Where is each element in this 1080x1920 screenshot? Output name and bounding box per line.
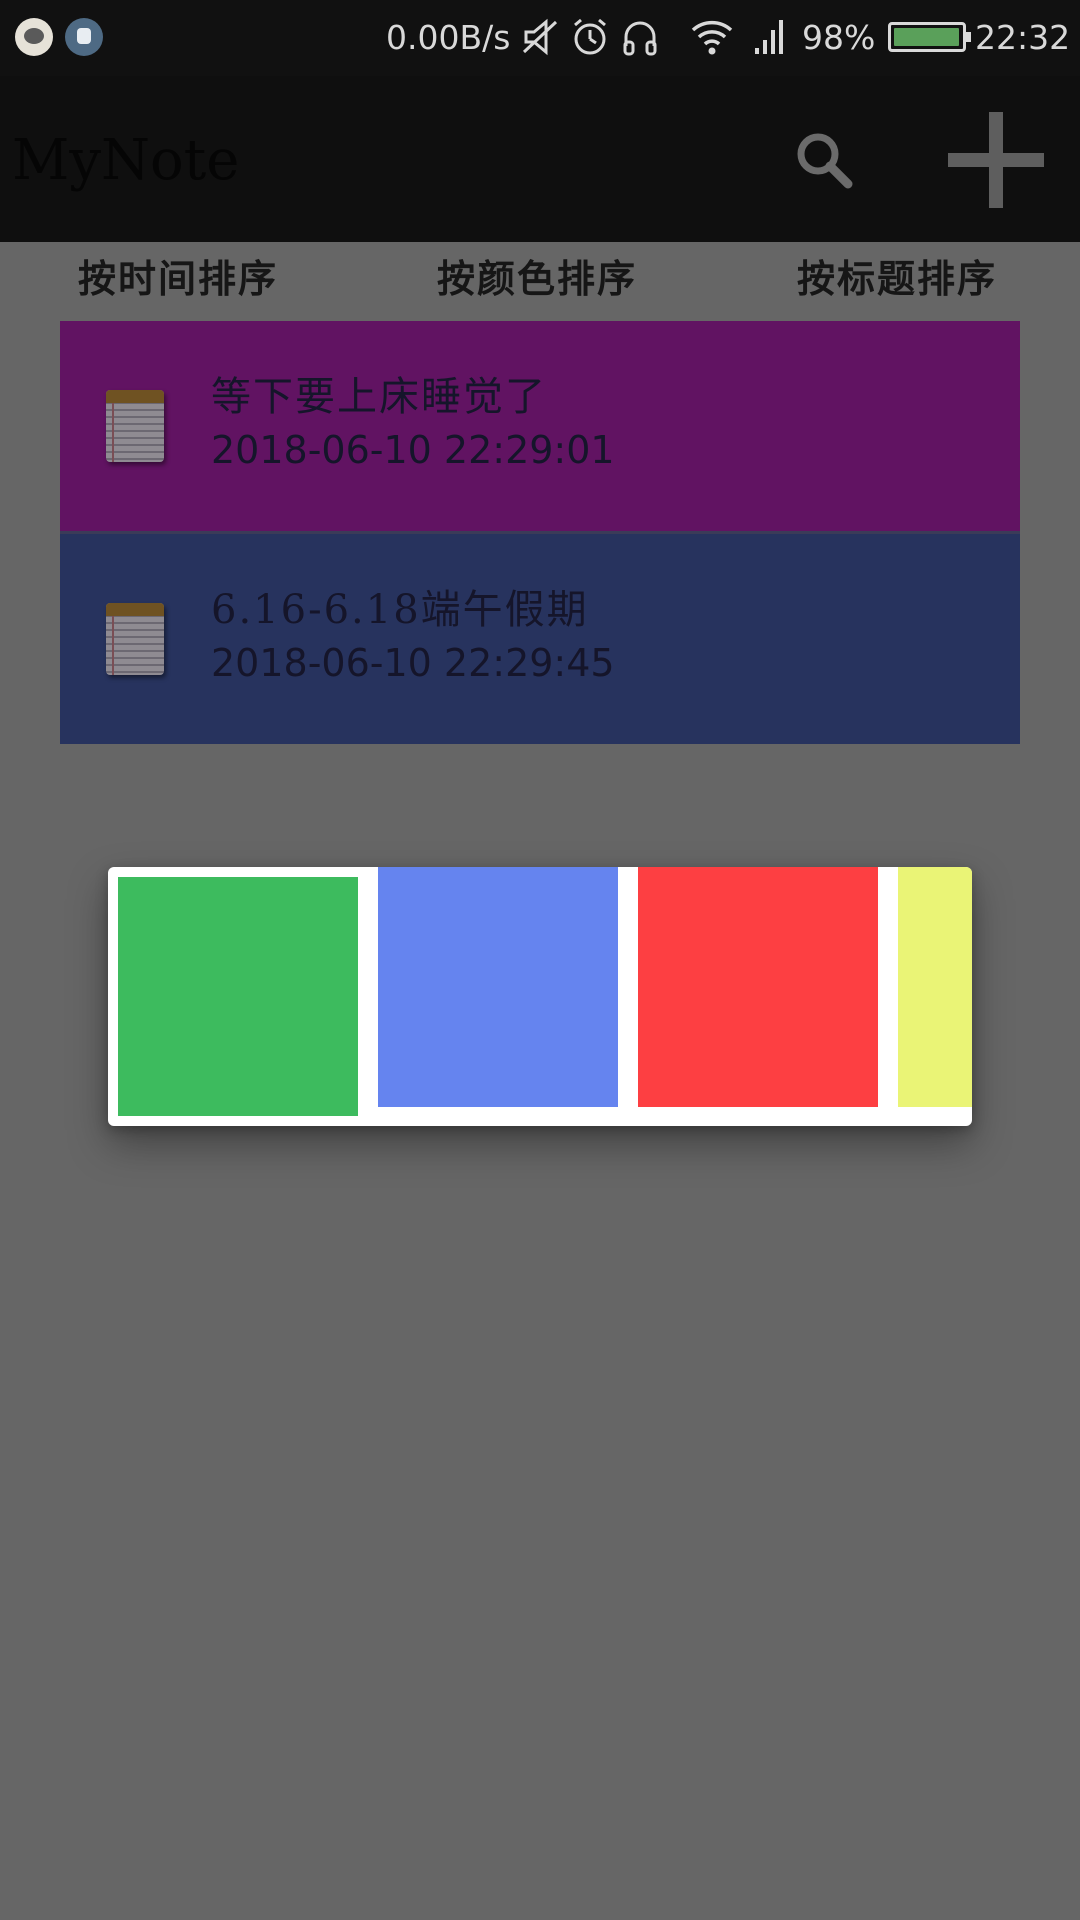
signal-icon xyxy=(755,20,783,54)
notification-robot-icon xyxy=(65,18,103,56)
notepad-icon xyxy=(106,603,164,675)
color-swatch-red[interactable] xyxy=(638,867,878,1107)
sort-by-color-button[interactable]: 按颜色排序 xyxy=(437,254,637,304)
vibrate-mute-icon xyxy=(522,18,558,56)
color-swatch-yellow[interactable] xyxy=(898,867,972,1107)
note-timestamp: 2018-06-10 22:29:01 xyxy=(211,428,615,472)
status-clock: 22:32 xyxy=(975,18,1071,57)
action-bar: MyNote xyxy=(0,76,1080,242)
sort-by-title-button[interactable]: 按标题排序 xyxy=(797,254,997,304)
search-button[interactable] xyxy=(790,126,860,196)
headset-icon xyxy=(623,21,657,56)
app-title: MyNote xyxy=(12,128,240,193)
status-bar: 0.00B/s 98% 22:32 xyxy=(0,0,1080,76)
wifi-icon xyxy=(691,20,733,55)
notification-app-icon xyxy=(15,18,53,56)
sort-by-time-button[interactable]: 按时间排序 xyxy=(78,254,278,304)
screen: 0.00B/s 98% 22:32 MyNote 按时间排序 按颜色排序 按标题… xyxy=(0,0,1080,1920)
color-picker-dialog xyxy=(108,867,972,1126)
battery-icon xyxy=(888,22,971,52)
notepad-icon xyxy=(106,390,164,462)
add-note-button[interactable] xyxy=(942,106,1050,214)
note-timestamp: 2018-06-10 22:29:45 xyxy=(211,641,615,685)
plus-icon xyxy=(948,112,1044,208)
battery-level-fill xyxy=(894,28,959,46)
note-list-item[interactable]: 6.16-6.18端午假期 2018-06-10 22:29:45 xyxy=(60,534,1020,744)
sort-bar: 按时间排序 按颜色排序 按标题排序 xyxy=(0,242,1080,320)
color-swatch-blue[interactable] xyxy=(378,867,618,1107)
note-title: 6.16-6.18端午假期 xyxy=(211,587,589,633)
note-list-item[interactable]: 等下要上床睡觉了 2018-06-10 22:29:01 xyxy=(60,321,1020,531)
color-swatch-green[interactable] xyxy=(118,877,358,1116)
note-title: 等下要上床睡觉了 xyxy=(211,374,547,420)
battery-percent: 98% xyxy=(802,18,876,57)
network-speed: 0.00B/s xyxy=(386,18,511,57)
alarm-icon xyxy=(574,18,606,55)
search-icon xyxy=(797,133,853,189)
